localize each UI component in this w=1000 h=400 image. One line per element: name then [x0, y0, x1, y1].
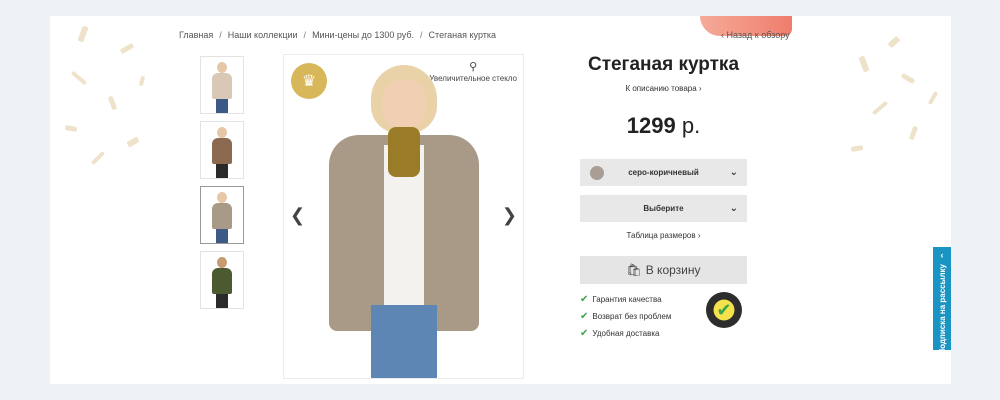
- price-value: 1299: [626, 113, 676, 138]
- product-photo-scarf: [387, 127, 420, 177]
- check-icon: ✔: [580, 328, 589, 339]
- breadcrumb-separator: /: [219, 30, 222, 40]
- size-select[interactable]: Выберите ⌄: [580, 195, 747, 222]
- color-select[interactable]: серо-коричневый ⌄: [580, 159, 747, 186]
- confetti-decoration-left: [50, 16, 160, 384]
- product-photo-face: [381, 79, 426, 131]
- crown-icon: ♛: [291, 63, 327, 99]
- page: Главная / Наши коллекции / Мини-цены до …: [50, 16, 951, 384]
- add-to-cart-button[interactable]: 🛍 В корзину: [580, 256, 747, 284]
- prev-image-arrow-icon[interactable]: ❮: [290, 205, 305, 226]
- check-icon: ✔: [580, 294, 589, 305]
- size-select-value: Выберите: [643, 204, 684, 213]
- thumbnail-3[interactable]: [200, 186, 244, 244]
- description-link[interactable]: К описанию товара ›: [580, 84, 747, 93]
- zoom-button[interactable]: ⚲ Увеличительное стекло: [429, 60, 517, 83]
- breadcrumb-separator: /: [420, 30, 423, 40]
- product-title: Стеганая куртка: [587, 54, 740, 75]
- check-icon: ✔: [580, 311, 589, 322]
- breadcrumb-current: Стеганая куртка: [428, 30, 497, 40]
- shopping-bag-icon: 🛍: [626, 263, 642, 277]
- next-image-arrow-icon[interactable]: ❯: [502, 205, 517, 226]
- breadcrumb-collections[interactable]: Наши коллекции: [228, 30, 298, 40]
- breadcrumb-separator: /: [303, 30, 307, 40]
- benefit-label: Возврат без проблем: [592, 312, 672, 321]
- chevron-down-icon: ⌄: [729, 203, 738, 214]
- thumbnail-2[interactable]: [200, 121, 244, 179]
- price-currency: р.: [681, 113, 701, 138]
- size-table-link[interactable]: Таблица размеров ›: [580, 231, 747, 240]
- quality-seal-icon: ✔: [706, 292, 742, 328]
- breadcrumb-mini-prices[interactable]: Мини-цены до 1300 руб.: [312, 30, 414, 40]
- color-swatch: [590, 165, 604, 180]
- product-photo-jeans: [370, 305, 437, 378]
- main-product-image[interactable]: ♛ ⚲ Увеличительное стекло ❮ ❯: [283, 54, 524, 379]
- newsletter-tab-label: Подписка на рассылку: [937, 264, 947, 355]
- breadcrumb-home[interactable]: Главная: [179, 30, 213, 40]
- breadcrumb: Главная / Наши коллекции / Мини-цены до …: [179, 30, 496, 40]
- add-to-cart-label: В корзину: [645, 263, 701, 277]
- thumbnail-4[interactable]: [200, 251, 244, 309]
- chevron-down-icon: ⌄: [729, 167, 738, 178]
- color-select-value: серо-коричневый: [628, 168, 699, 177]
- benefit-label: Гарантия качества: [592, 295, 662, 304]
- seal-check-icon: ✔: [716, 299, 732, 320]
- thumbnail-list: [200, 56, 244, 316]
- chevron-left-icon: ‹: [940, 250, 944, 260]
- magnifier-icon: ⚲: [469, 61, 478, 73]
- newsletter-tab[interactable]: ‹ Подписка на рассылку: [933, 247, 951, 355]
- product-info: Стеганая куртка К описанию товара › 1299…: [580, 54, 747, 345]
- benefit-label: Удобная доставка: [592, 329, 660, 338]
- list-item: ✔ Удобная доставка: [580, 328, 747, 339]
- product-price: 1299 р.: [580, 113, 747, 139]
- zoom-label: Увеличительное стекло: [429, 74, 517, 83]
- back-to-overview-link[interactable]: ‹ Назад к обзору: [721, 30, 790, 40]
- thumbnail-1[interactable]: [200, 56, 244, 114]
